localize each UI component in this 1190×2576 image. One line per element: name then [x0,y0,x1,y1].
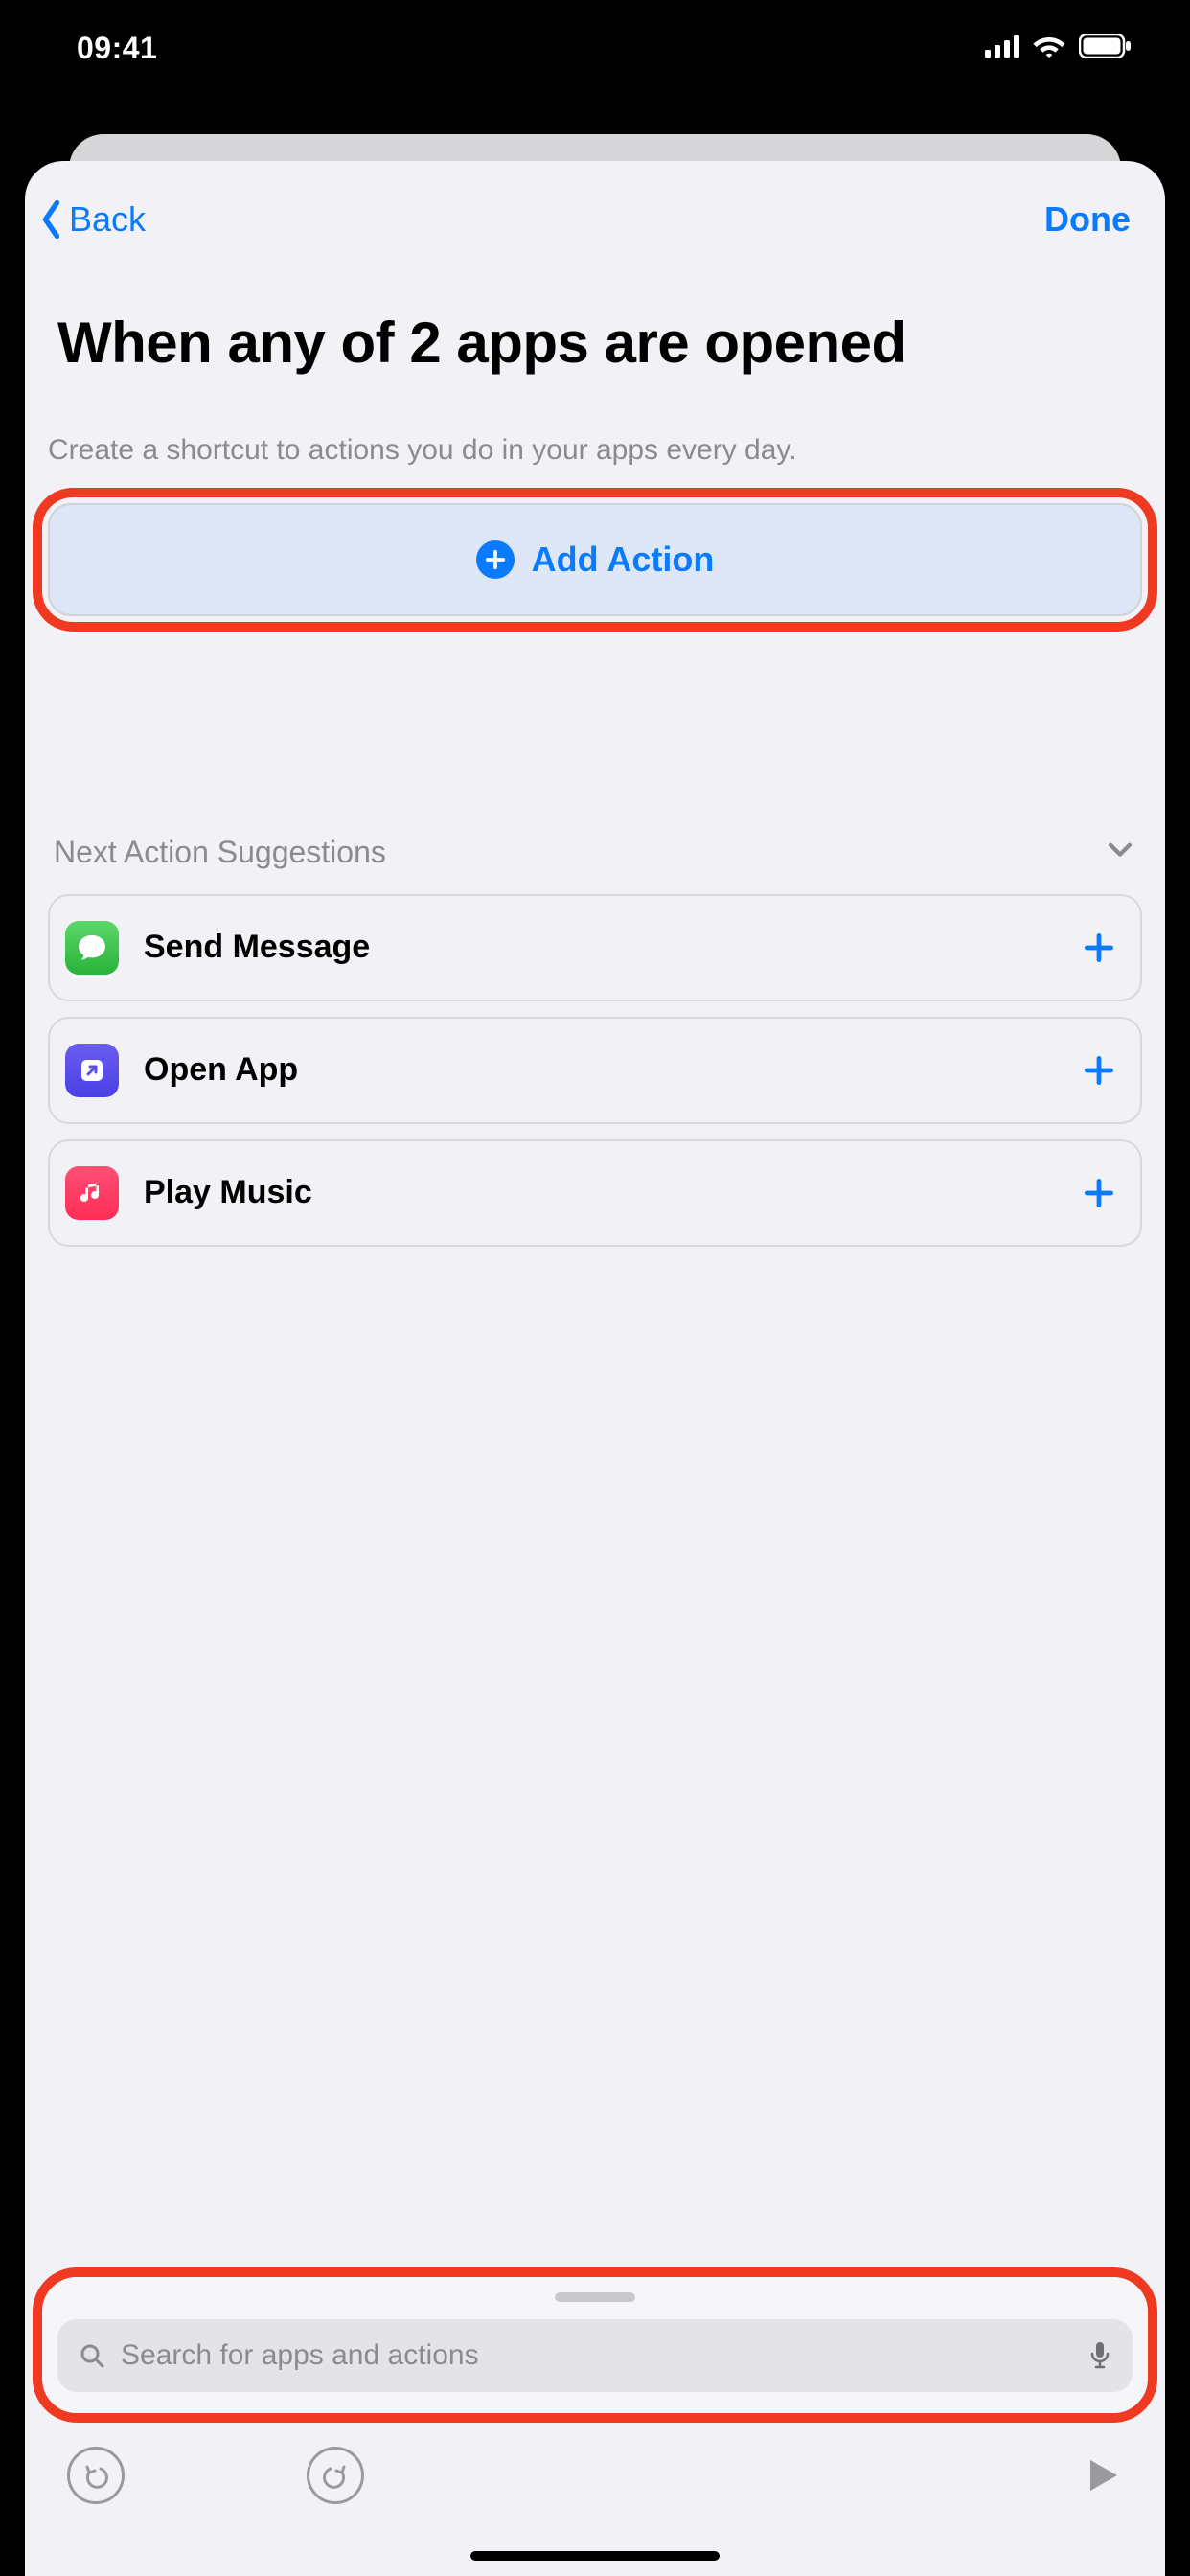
redo-icon [321,2461,350,2490]
play-icon [1081,2454,1123,2496]
suggestions-header[interactable]: Next Action Suggestions [48,833,1142,894]
chevron-down-icon [1104,833,1136,873]
microphone-icon[interactable] [1088,2340,1111,2371]
suggestions-header-label: Next Action Suggestions [54,835,386,870]
cellular-icon [985,34,1019,62]
chevron-left-icon [34,196,69,242]
suggestion-play-music[interactable]: Play Music [48,1139,1142,1247]
page-subtitle: Create a shortcut to actions you do in y… [25,380,1165,467]
suggestion-open-app[interactable]: Open App [48,1017,1142,1124]
main-sheet: Back Done When any of 2 apps are opened … [25,161,1165,2576]
search-input[interactable] [121,2339,1073,2372]
status-bar: 09:41 [0,0,1190,96]
search-field[interactable] [57,2319,1133,2392]
open-app-icon [65,1044,119,1097]
back-label: Back [69,199,146,240]
home-indicator [470,2551,720,2561]
add-icon[interactable] [1081,1052,1117,1089]
redo-button[interactable] [307,2447,364,2504]
messages-icon [65,921,119,975]
highlight-add-action: Add Action [33,488,1157,632]
status-icons [985,34,1133,63]
sheet-grabber[interactable] [555,2292,635,2302]
add-action-button[interactable]: Add Action [48,503,1142,616]
plus-circle-icon [476,540,515,579]
page-title: When any of 2 apps are opened [57,307,1133,380]
status-time: 09:41 [77,31,157,66]
suggestion-label: Send Message [119,929,1081,966]
highlight-search-panel [33,2267,1157,2423]
undo-icon [81,2461,110,2490]
battery-icon [1079,34,1133,63]
add-icon[interactable] [1081,930,1117,966]
wifi-icon [1033,34,1065,62]
add-action-label: Add Action [532,540,715,580]
done-button[interactable]: Done [1044,199,1140,240]
suggestion-label: Play Music [119,1174,1081,1211]
suggestions-section: Next Action Suggestions Send Message [25,833,1165,1247]
suggestion-send-message[interactable]: Send Message [48,894,1142,1001]
run-button[interactable] [1081,2454,1123,2496]
editor-toolbar [25,2432,1165,2518]
undo-button[interactable] [67,2447,125,2504]
nav-bar: Back Done [25,161,1165,253]
back-button[interactable]: Back [34,196,146,242]
suggestion-label: Open App [119,1051,1081,1089]
search-icon [79,2342,105,2369]
add-icon[interactable] [1081,1175,1117,1211]
music-icon [65,1166,119,1220]
